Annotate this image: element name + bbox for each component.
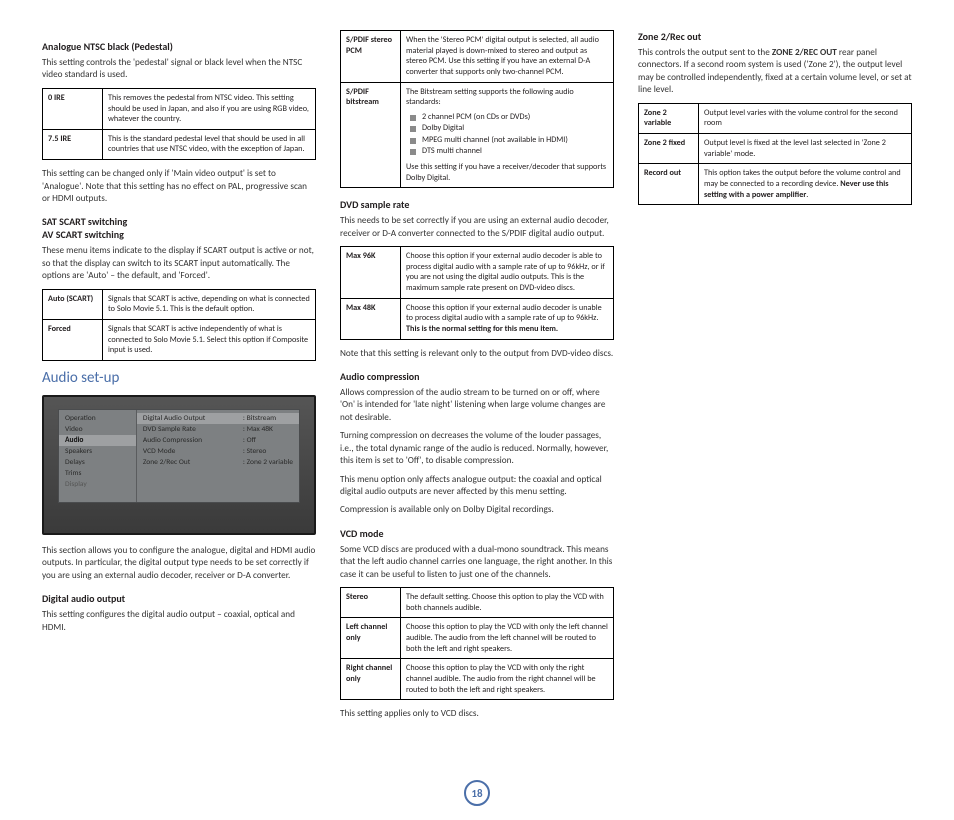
cell-label: Max 96K xyxy=(341,247,401,299)
cell-label: Right channel only xyxy=(341,659,401,700)
osd-row: Zone 2/Rec Out: Zone 2 variable xyxy=(137,457,299,468)
cell-desc: When the 'Stereo PCM' digital output is … xyxy=(401,31,614,83)
table-ntsc: 0 IRE This removes the pedestal from NTS… xyxy=(42,88,316,160)
heading-zone2: Zone 2/Rec out xyxy=(638,30,912,43)
osd-menu-left: Operation Video Audio Speakers Delays Tr… xyxy=(59,410,137,502)
cell-desc: This is the standard pedestal level that… xyxy=(103,129,316,159)
osd-item: Display xyxy=(59,479,136,490)
cell-label: Auto (SCART) xyxy=(43,289,103,319)
cell-desc: Choose this option to play the VCD with … xyxy=(401,618,614,659)
cell-desc: Choose this option if your external audi… xyxy=(401,247,614,299)
cell-desc: The default setting. Choose this option … xyxy=(401,588,614,618)
para: Compression is available only on Dolby D… xyxy=(340,504,614,516)
osd-item: Trims xyxy=(59,468,136,479)
table-spdif: S/PDIF stereo PCM When the 'Stereo PCM' … xyxy=(340,30,614,188)
osd-row: DVD Sample Rate: Max 48K xyxy=(137,424,299,435)
cell-desc: Signals that SCART is active, depending … xyxy=(103,289,316,319)
para: This setting controls the 'pedestal' sig… xyxy=(42,57,316,82)
text: Use this setting if you have a receiver/… xyxy=(406,162,606,183)
list-item: DTS multi channel xyxy=(410,146,608,157)
osd-item: Speakers xyxy=(59,446,136,457)
cell-desc: This option takes the output before the … xyxy=(699,164,912,205)
cell-label: S/PDIF bitstream xyxy=(341,82,401,188)
heading-audio-compression: Audio compression xyxy=(340,370,614,383)
cell-desc: Choose this option if your external audi… xyxy=(401,298,614,339)
table-vcd: Stereo The default setting. Choose this … xyxy=(340,587,614,700)
cell-desc: Output level is fixed at the level last … xyxy=(699,134,912,164)
para: Allows compression of the audio stream t… xyxy=(340,387,614,424)
osd-menu-right: Digital Audio Output: Bitstream DVD Samp… xyxy=(137,410,299,502)
para: Turning compression on decreases the vol… xyxy=(340,430,614,467)
osd-row: Audio Compression: Off xyxy=(137,435,299,446)
osd-row: VCD Mode: Stereo xyxy=(137,446,299,457)
para: This setting configures the digital audi… xyxy=(42,609,316,634)
heading-scart: SAT SCART switching AV SCART switching xyxy=(42,215,316,241)
cell-desc: The Bitstream setting supports the follo… xyxy=(401,82,614,188)
list-item: 2 channel PCM (on CDs or DVDs) xyxy=(410,112,608,123)
cell-label: S/PDIF stereo PCM xyxy=(341,31,401,83)
section-title-audio: Audio set-up xyxy=(42,369,316,387)
text: The Bitstream setting supports the follo… xyxy=(406,87,574,108)
para: This needs to be set correctly if you ar… xyxy=(340,215,614,240)
cell-label: Zone 2 fixed xyxy=(639,134,699,164)
osd-screenshot: Operation Video Audio Speakers Delays Tr… xyxy=(42,395,316,535)
cell-desc: Choose this option to play the VCD with … xyxy=(401,659,614,700)
osd-item: Video xyxy=(59,424,136,435)
para: This section allows you to configure the… xyxy=(42,545,316,582)
para: Note that this setting is relevant only … xyxy=(340,348,614,360)
cell-desc: Signals that SCART is active independent… xyxy=(103,319,316,360)
osd-item-selected: Audio xyxy=(59,435,136,446)
cell-label: Zone 2 variable xyxy=(639,103,699,133)
osd-item: Operation xyxy=(59,413,136,424)
cell-label: 0 IRE xyxy=(43,88,103,129)
list-item: MPEG multi channel (not available in HDM… xyxy=(410,135,608,146)
cell-label: 7.5 IRE xyxy=(43,129,103,159)
para: This menu option only affects analogue o… xyxy=(340,474,614,499)
list-item: Dolby Digital xyxy=(410,123,608,134)
table-sample-rate: Max 96K Choose this option if your exter… xyxy=(340,246,614,340)
para: These menu items indicate to the display… xyxy=(42,245,316,282)
cell-desc: Output level varies with the volume cont… xyxy=(699,103,912,133)
osd-row: Digital Audio Output: Bitstream xyxy=(137,413,299,424)
para: Some VCD discs are produced with a dual-… xyxy=(340,544,614,581)
bullet-list: 2 channel PCM (on CDs or DVDs) Dolby Dig… xyxy=(406,112,608,158)
cell-label: Stereo xyxy=(341,588,401,618)
osd-item: Delays xyxy=(59,457,136,468)
cell-desc: This removes the pedestal from NTSC vide… xyxy=(103,88,316,129)
cell-label: Max 48K xyxy=(341,298,401,339)
heading-digital-audio: Digital audio output xyxy=(42,592,316,605)
para: This setting can be changed only if 'Mai… xyxy=(42,168,316,205)
cell-label: Record out xyxy=(639,164,699,205)
cell-label: Left channel only xyxy=(341,618,401,659)
heading-vcd: VCD mode xyxy=(340,527,614,540)
para: This setting applies only to VCD discs. xyxy=(340,708,614,720)
table-scart: Auto (SCART) Signals that SCART is activ… xyxy=(42,289,316,361)
cell-label: Forced xyxy=(43,319,103,360)
table-zone2: Zone 2 variable Output level varies with… xyxy=(638,103,912,206)
para: This controls the output sent to the ZON… xyxy=(638,47,912,97)
heading-dvd-sample: DVD sample rate xyxy=(340,198,614,211)
page-number: 18 xyxy=(464,780,490,806)
heading-ntsc: Analogue NTSC black (Pedestal) xyxy=(42,40,316,53)
